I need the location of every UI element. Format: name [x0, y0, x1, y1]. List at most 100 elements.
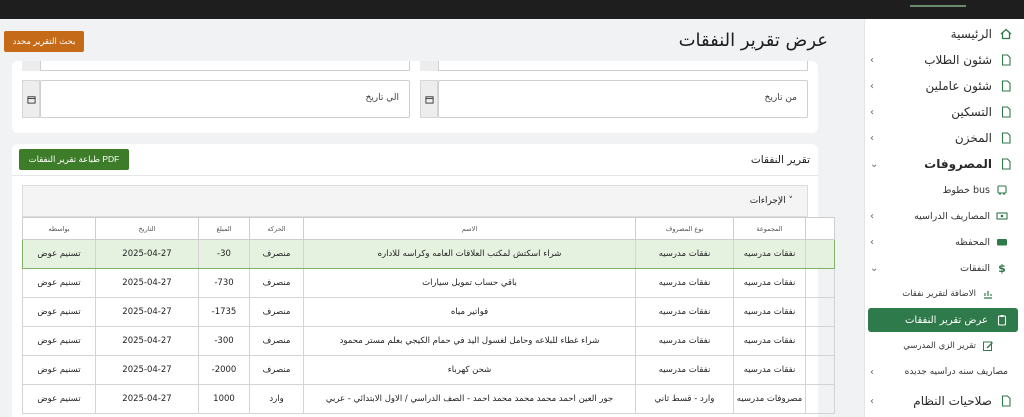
file-icon [1000, 106, 1012, 118]
file-icon [1000, 395, 1012, 407]
bus-icon [996, 184, 1008, 196]
calendar-button[interactable] [420, 61, 438, 71]
table-cell [805, 384, 835, 414]
column-header[interactable]: نوع المصروف [635, 217, 734, 240]
table-row[interactable]: تسنيم عوض 2025-04-27 -730 منصرف باقي حسا… [22, 268, 835, 298]
chevron-left-icon: ‹ [870, 106, 874, 118]
file-icon [1000, 132, 1012, 144]
table-cell: وارد - قسط ثاني [635, 384, 734, 414]
table-cell: -2000 [198, 355, 250, 385]
sidebar-item-uniform-report[interactable]: تقرير الزي المدرسي [864, 333, 1024, 359]
sidebar-item-add-expense-report[interactable]: الاضافة لتقرير نفقات [864, 281, 1024, 307]
sidebar-item-warehouse[interactable]: المخزن ‹ [864, 125, 1024, 151]
chevron-left-icon: ‹ [870, 210, 874, 222]
table-cell: 2025-04-27 [95, 384, 199, 414]
table-cell: منصرف [249, 326, 304, 356]
table-row[interactable]: تسنيم عوض 2025-04-27 -1735 منصرف فواتير … [22, 297, 835, 327]
sidebar-item-employees[interactable]: شئون عاملين ‹ [864, 73, 1024, 99]
table-cell [805, 268, 835, 298]
chevron-left-icon: ‹ [870, 236, 874, 248]
table-cell: نفقات مدرسيه [733, 239, 806, 269]
to-date-calendar-button[interactable] [22, 80, 40, 118]
table-cell: شراء اسكتش لمكتب العلاقات العامه وكراسه … [303, 239, 636, 269]
report-title: تقرير النفقات [750, 154, 810, 166]
sidebar-item-expenditures[interactable]: $ النفقات ⌄ [864, 255, 1024, 281]
table-cell: -730 [198, 268, 250, 298]
chevron-left-icon: ‹ [870, 54, 874, 66]
column-header[interactable]: التاريخ [95, 217, 199, 240]
sidebar: الرئيسية شئون الطلاب ‹ شئون عاملين ‹ الت… [864, 19, 1024, 417]
filter-field-top-right[interactable] [438, 61, 808, 71]
table-cell: نفقات مدرسيه [635, 268, 734, 298]
filter-field-top-left[interactable] [40, 61, 410, 71]
table-cell: نفقات مدرسيه [635, 239, 734, 269]
filter-card: الي تاريخ من تاريخ [12, 61, 818, 133]
table-cell: مصروفات مدرسيه [733, 384, 806, 414]
column-header[interactable]: الحركه [249, 217, 304, 240]
page-title: عرض تقرير النفقات [678, 30, 828, 51]
expenses-table: بواسطه التاريخ المبلغ الحركه الاسم نوع ا… [22, 217, 835, 414]
sidebar-item-home[interactable]: الرئيسية [864, 21, 1024, 47]
table-cell: نفقات مدرسيه [733, 355, 806, 385]
report-icon [982, 288, 994, 300]
table-cell: تسنيم عوض [22, 268, 96, 298]
file-icon [1000, 80, 1012, 92]
sidebar-item-tuition[interactable]: المصاريف الدراسيه ‹ [864, 203, 1024, 229]
table-row[interactable]: تسنيم عوض 2025-04-27 -30 منصرف شراء اسكت… [22, 239, 835, 269]
chevron-down-icon: ⌄ [870, 158, 879, 170]
table-cell: تسنيم عوض [22, 384, 96, 414]
sidebar-item-permissions[interactable]: صلاحيات النظام ‹ [864, 388, 1024, 414]
table-row[interactable]: تسنيم عوض 2025-04-27 -300 منصرف شراء غطا… [22, 326, 835, 356]
table-row[interactable]: تسنيم عوض 2025-04-27 1000 وارد جور العين… [22, 384, 835, 414]
table-cell: تسنيم عوض [22, 239, 96, 269]
edit-icon [982, 340, 994, 352]
table-header-row: بواسطه التاريخ المبلغ الحركه الاسم نوع ا… [22, 217, 835, 240]
table-cell: تسنيم عوض [22, 326, 96, 356]
table-cell: منصرف [249, 239, 304, 269]
search-report-button[interactable]: بحث التقرير محدد [4, 31, 84, 52]
file-icon [1000, 158, 1012, 170]
from-date-calendar-button[interactable] [420, 80, 438, 118]
sidebar-item-wallet[interactable]: المحفظه ‹ [864, 229, 1024, 255]
table-row[interactable]: تسنيم عوض 2025-04-27 -2000 منصرف شحن كهر… [22, 355, 835, 385]
column-header[interactable]: المجموعة [733, 217, 806, 240]
column-header[interactable]: بواسطه [22, 217, 96, 240]
table-cell: -300 [198, 326, 250, 356]
to-date-label: الي تاريخ [365, 93, 399, 103]
table-cell: -30 [198, 239, 250, 269]
sidebar-item-housing[interactable]: التسكين ‹ [864, 99, 1024, 125]
sidebar-item-bus-lines[interactable]: خطوط bus [864, 177, 1024, 203]
table-cell: نفقات مدرسيه [733, 297, 806, 327]
table-cell: 2025-04-27 [95, 355, 199, 385]
print-pdf-button[interactable]: طباعة تقرير النفقات PDF [19, 149, 129, 170]
table-cell: جور العين احمد محمد محمد محمد احمد - الص… [303, 384, 636, 414]
actions-dropdown[interactable]: الإجراءات ˅ [750, 196, 793, 206]
from-date-field[interactable]: من تاريخ [438, 80, 808, 118]
report-card: طباعة تقرير النفقات PDF تقرير النفقات ال… [12, 144, 835, 417]
column-header[interactable]: المبلغ [198, 217, 250, 240]
chevron-left-icon: ‹ [870, 80, 874, 92]
table-cell: منصرف [249, 355, 304, 385]
table-cell: تسنيم عوض [22, 297, 96, 327]
table-cell: باقي حساب تمويل سيارات [303, 268, 636, 298]
sidebar-item-expenses[interactable]: المصروفات ⌄ [864, 151, 1024, 177]
table-cell: 2025-04-27 [95, 326, 199, 356]
sidebar-item-students[interactable]: شئون الطلاب ‹ [864, 47, 1024, 73]
table-cell: 2025-04-27 [95, 239, 199, 269]
actions-bar[interactable]: الإجراءات ˅ [22, 185, 808, 217]
table-cell [805, 239, 835, 269]
clipboard-icon [996, 314, 1008, 326]
chevron-left-icon: ‹ [870, 366, 874, 378]
sidebar-item-view-expense-report[interactable]: عرض تقرير النفقات [868, 308, 1018, 332]
table-cell [805, 297, 835, 327]
column-header[interactable]: الاسم [303, 217, 636, 240]
home-icon [1000, 28, 1012, 40]
calendar-button[interactable] [22, 61, 40, 71]
table-cell: 2025-04-27 [95, 268, 199, 298]
sidebar-item-new-year-fees[interactable]: مصاريف سنه دراسيه جديده ‹ [864, 359, 1024, 385]
table-cell: نفقات مدرسيه [635, 297, 734, 327]
to-date-field[interactable]: الي تاريخ [40, 80, 410, 118]
table-cell: -1735 [198, 297, 250, 327]
from-date-label: من تاريخ [764, 93, 797, 103]
chevron-left-icon: ‹ [870, 395, 874, 407]
